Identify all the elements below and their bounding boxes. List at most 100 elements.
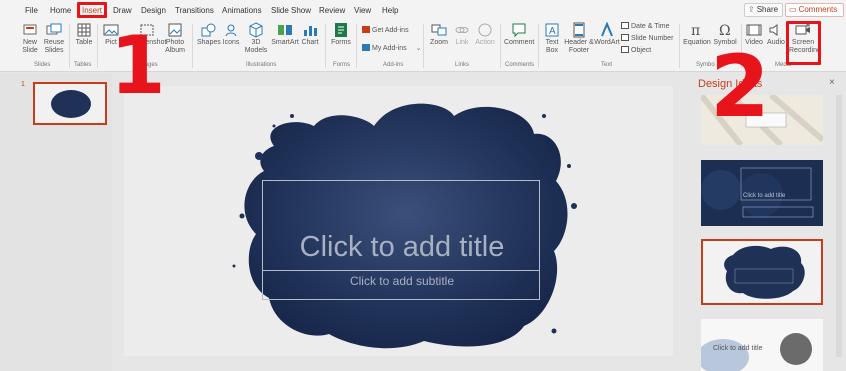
group-label-comments: Comments — [505, 62, 535, 68]
group-label-text: Text — [601, 62, 613, 68]
insert-tab-highlight — [77, 2, 107, 18]
slide-number-button[interactable]: Slide Number — [621, 34, 673, 43]
omega-icon: Ω — [719, 23, 731, 38]
icons-icon — [225, 24, 237, 37]
slide-number-label: Slide Number — [631, 35, 674, 42]
share-label: Share — [756, 5, 779, 14]
powerpoint-window: File Home Insert Draw Design Transitions… — [0, 0, 846, 371]
smartart-label: SmartArt — [271, 39, 299, 46]
share-icon: ⇪ — [748, 5, 755, 14]
tab-view[interactable]: View — [354, 4, 371, 18]
tab-slide-show[interactable]: Slide Show — [271, 4, 311, 18]
tab-transitions[interactable]: Transitions — [175, 4, 214, 18]
svg-text:Ω: Ω — [719, 23, 731, 38]
tab-draw[interactable]: Draw — [113, 4, 132, 18]
chevron-down-icon: ⌄ — [415, 45, 422, 52]
header-footer-icon — [573, 22, 585, 38]
scrollbar[interactable] — [836, 95, 842, 357]
addins-icon — [362, 44, 370, 51]
shapes-button[interactable]: Shapes — [197, 22, 221, 47]
group-separator — [356, 24, 357, 68]
menu-bar: File Home Insert Draw Design Transitions… — [0, 0, 846, 20]
header-footer-label: Header & Footer — [564, 39, 594, 54]
share-button[interactable]: ⇪ Share — [744, 3, 783, 17]
shapes-icon — [201, 23, 216, 37]
icons-label: Icons — [222, 39, 240, 46]
icons-button[interactable]: Icons — [222, 22, 240, 47]
shapes-label: Shapes — [197, 39, 221, 46]
link-button[interactable]: Link — [452, 22, 472, 47]
tab-design[interactable]: Design — [141, 4, 166, 18]
close-icon[interactable]: × — [829, 77, 835, 88]
screen-recording-highlight — [786, 21, 821, 65]
tab-review[interactable]: Review — [319, 4, 345, 18]
subtitle-placeholder[interactable]: Click to add subtitle — [262, 270, 540, 300]
store-icon — [362, 26, 370, 33]
svg-text:A: A — [549, 26, 556, 37]
tab-animations[interactable]: Animations — [222, 4, 262, 18]
chart-label: Chart — [301, 39, 319, 46]
new-slide-button[interactable]: New Slide — [18, 22, 42, 55]
3d-models-label: 3D Models — [244, 39, 268, 54]
smartart-icon — [278, 25, 292, 35]
new-slide-icon — [23, 24, 37, 35]
tab-help[interactable]: Help — [382, 4, 398, 18]
new-slide-label: New Slide — [22, 39, 38, 54]
group-separator — [192, 24, 193, 68]
tab-home[interactable]: Home — [50, 4, 71, 18]
group-label-illustrations: Illustrations — [246, 62, 277, 68]
slide-number: 1 — [21, 81, 25, 88]
comments-button[interactable]: ▭ Comments — [785, 3, 844, 17]
zoom-button[interactable]: Zoom — [428, 22, 450, 47]
table-icon — [77, 23, 91, 37]
group-label-forms: Forms — [333, 62, 350, 68]
slide-canvas[interactable]: Click to add title Click to add subtitle — [124, 86, 673, 356]
wordart-button[interactable]: WordArt — [594, 22, 620, 47]
text-box-button[interactable]: A Text Box — [542, 22, 562, 55]
design-idea-3[interactable] — [701, 239, 823, 305]
reuse-slides-button[interactable]: Reuse Slides — [42, 22, 66, 55]
wordart-icon — [601, 22, 613, 37]
group-separator — [97, 24, 98, 68]
table-button[interactable]: Table — [74, 22, 94, 47]
zoom-label: Zoom — [430, 39, 448, 46]
object-button[interactable]: Object — [621, 46, 651, 55]
design-idea-2[interactable]: Click to add title — [701, 160, 823, 226]
photo-album-button[interactable]: Photo Album — [163, 22, 187, 55]
text-box-icon: A — [545, 23, 559, 37]
slide-thumbnails-pane: 1 — [0, 73, 112, 371]
action-button[interactable]: Action — [474, 22, 496, 47]
title-placeholder[interactable]: Click to add title — [262, 180, 540, 271]
slide-thumbnail[interactable] — [33, 82, 107, 125]
object-label: Object — [631, 47, 652, 54]
equation-button[interactable]: π Equation — [683, 22, 711, 47]
date-time-label: Date & Time — [631, 23, 670, 30]
forms-button[interactable]: Forms — [331, 22, 351, 47]
speaker-icon — [769, 24, 778, 36]
action-label: Action — [475, 39, 495, 46]
get-addins-button[interactable]: Get Add-ins — [362, 26, 409, 35]
design-idea-4[interactable]: Click to add title — [701, 319, 823, 371]
date-time-button[interactable]: Date & Time — [621, 22, 670, 31]
my-addins-button[interactable]: My Add-ins ⌄ — [362, 44, 422, 53]
link-icon — [455, 27, 469, 33]
smartart-button[interactable]: SmartArt — [270, 22, 300, 47]
group-label-addins: Add-ins — [383, 62, 404, 68]
object-icon — [621, 46, 629, 53]
title-placeholder-text: Click to add title — [299, 231, 505, 263]
chart-button[interactable]: Chart — [301, 22, 319, 47]
comment-button[interactable]: Comment — [504, 22, 534, 47]
wordart-label: WordArt — [594, 39, 620, 46]
header-footer-button[interactable]: Header & Footer — [564, 22, 594, 55]
my-addins-label: My Add-ins — [372, 45, 407, 52]
chart-icon — [304, 26, 317, 36]
reuse-slides-label: Reuse Slides — [43, 39, 65, 54]
3d-models-button[interactable]: 3D Models — [244, 22, 268, 55]
link-label: Link — [455, 39, 469, 46]
zoom-icon — [431, 24, 447, 36]
tab-file[interactable]: File — [25, 4, 38, 18]
action-icon — [478, 23, 492, 37]
photo-album-icon — [168, 23, 182, 37]
group-separator — [423, 24, 424, 68]
comment-icon: ▭ — [789, 5, 797, 14]
